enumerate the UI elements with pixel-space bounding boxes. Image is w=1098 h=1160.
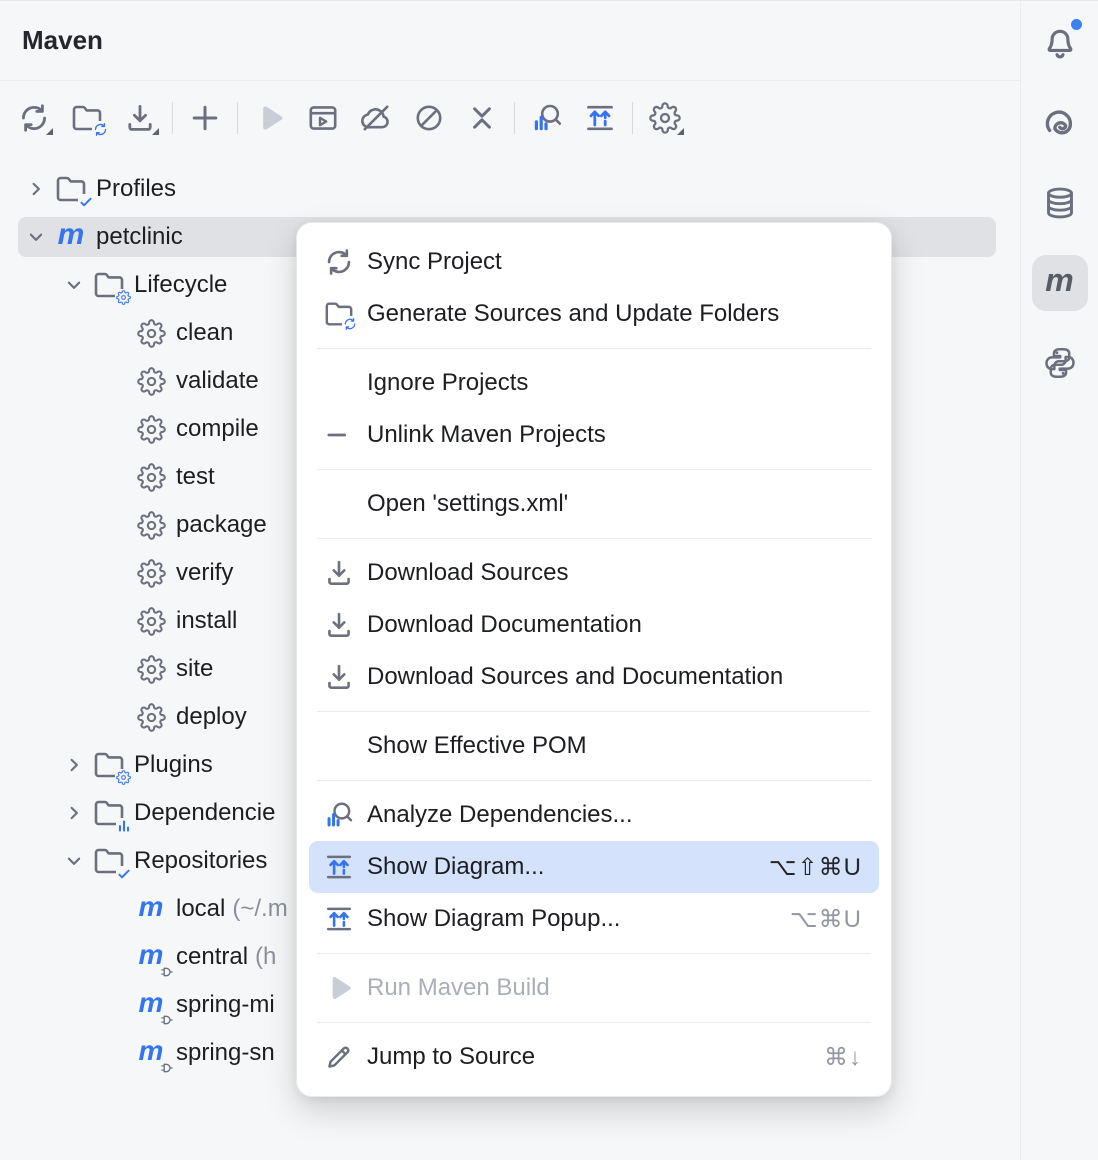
plug-badge-icon xyxy=(159,1012,175,1028)
menu-separator xyxy=(317,780,871,781)
notification-dot xyxy=(1069,17,1084,32)
tree-item-profiles[interactable]: Profiles xyxy=(0,165,1020,213)
maven-icon: m xyxy=(1045,264,1073,296)
goal-gear-icon xyxy=(134,556,168,590)
toolbar-separator xyxy=(237,102,238,134)
show-diagram-button[interactable] xyxy=(578,96,622,140)
menu-separator xyxy=(317,348,871,349)
sync-badge-icon xyxy=(92,121,109,138)
goal-gear-icon xyxy=(134,316,168,350)
settings-button[interactable] xyxy=(643,96,687,140)
maven-remote-repo-icon: m xyxy=(134,940,168,974)
page-title: Maven xyxy=(22,25,103,56)
dropdown-arrow-icon xyxy=(46,128,53,135)
run-icon xyxy=(323,972,355,1004)
unlink-dash-icon xyxy=(323,419,355,451)
menu-item-sync-project[interactable]: Sync Project xyxy=(309,236,879,288)
maven-toolbar xyxy=(0,81,1020,154)
pencil-icon xyxy=(323,1041,355,1073)
chevron-down-icon[interactable] xyxy=(64,275,84,295)
maven-tool-button[interactable]: m xyxy=(1032,255,1088,311)
download-sources-button[interactable] xyxy=(118,96,162,140)
show-diagram-icon xyxy=(323,851,355,883)
menu-item-run-maven-build[interactable]: Run Maven Build xyxy=(309,962,879,1014)
run-button[interactable] xyxy=(248,96,292,140)
goal-gear-icon xyxy=(134,412,168,446)
chevron-right-icon[interactable] xyxy=(26,179,46,199)
analyze-dependencies-icon xyxy=(323,799,355,831)
maven-tool-window: Maven Profiles xyxy=(0,0,1098,1160)
skip-tests-button[interactable] xyxy=(407,96,451,140)
menu-item-show-diagram[interactable]: Show Diagram... ⌥⇧⌘U xyxy=(309,841,879,893)
sync-all-maven-projects-button[interactable] xyxy=(12,96,56,140)
analyze-dependencies-button[interactable] xyxy=(525,96,569,140)
menu-item-ignore-projects[interactable]: Ignore Projects xyxy=(309,357,879,409)
database-button[interactable] xyxy=(1032,175,1088,231)
plug-badge-icon xyxy=(159,964,175,980)
download-icon xyxy=(323,609,355,641)
goal-gear-icon xyxy=(134,604,168,638)
maven-local-repo-icon: m xyxy=(134,892,168,926)
chevron-right-icon[interactable] xyxy=(64,803,84,823)
generate-sources-button[interactable] xyxy=(65,96,109,140)
menu-item-show-effective-pom[interactable]: Show Effective POM xyxy=(309,720,879,772)
maven-remote-repo-icon: m xyxy=(134,988,168,1022)
menu-item-download-sources-and-documentation[interactable]: Download Sources and Documentation xyxy=(309,651,879,703)
menu-separator xyxy=(317,538,871,539)
folder-sync-icon xyxy=(323,298,355,330)
menu-item-jump-to-source[interactable]: Jump to Source ⌘↓ xyxy=(309,1031,879,1083)
menu-item-unlink-maven-projects[interactable]: Unlink Maven Projects xyxy=(309,409,879,461)
sync-icon xyxy=(323,246,355,278)
dependencies-folder-icon xyxy=(92,796,126,830)
tool-window-header: Maven xyxy=(0,1,1020,81)
menu-separator xyxy=(317,469,871,470)
toolbar-separator xyxy=(172,102,173,134)
menu-item-download-sources[interactable]: Download Sources xyxy=(309,547,879,599)
goal-gear-icon xyxy=(134,508,168,542)
goal-gear-icon xyxy=(134,700,168,734)
goal-gear-icon xyxy=(134,460,168,494)
menu-separator xyxy=(317,1022,871,1023)
shortcut-hint: ⌥⌘U xyxy=(790,905,862,934)
chevron-down-icon[interactable] xyxy=(26,227,46,247)
add-maven-projects-button[interactable] xyxy=(183,96,227,140)
collapse-all-button[interactable] xyxy=(460,96,504,140)
python-packages-button[interactable] xyxy=(1032,335,1088,391)
execute-maven-goal-button[interactable] xyxy=(301,96,345,140)
menu-item-analyze-dependencies[interactable]: Analyze Dependencies... xyxy=(309,789,879,841)
toolbar-separator xyxy=(514,102,515,134)
menu-separator xyxy=(317,711,871,712)
maven-remote-repo-icon: m xyxy=(134,1036,168,1070)
menu-item-open-settings-xml[interactable]: Open 'settings.xml' xyxy=(309,478,879,530)
menu-item-generate-sources[interactable]: Generate Sources and Update Folders xyxy=(309,288,879,340)
plug-badge-icon xyxy=(159,1060,175,1076)
notifications-button[interactable] xyxy=(1032,15,1088,71)
profiles-folder-icon xyxy=(54,172,88,206)
lifecycle-folder-icon xyxy=(92,268,126,302)
context-menu: Sync Project Generate Sources and Update… xyxy=(296,222,892,1097)
goal-gear-icon xyxy=(134,652,168,686)
download-icon xyxy=(323,557,355,589)
dropdown-arrow-icon xyxy=(152,128,159,135)
goal-gear-icon xyxy=(134,364,168,398)
menu-item-download-documentation[interactable]: Download Documentation xyxy=(309,599,879,651)
ai-assistant-button[interactable] xyxy=(1032,95,1088,151)
repositories-folder-icon xyxy=(92,844,126,878)
dropdown-arrow-icon xyxy=(677,128,684,135)
sync-badge-icon xyxy=(342,316,358,332)
toggle-offline-mode-button[interactable] xyxy=(354,96,398,140)
shortcut-hint: ⌥⇧⌘U xyxy=(769,853,862,882)
menu-item-show-diagram-popup[interactable]: Show Diagram Popup... ⌥⌘U xyxy=(309,893,879,945)
show-diagram-icon xyxy=(323,903,355,935)
toolbar-separator xyxy=(632,102,633,134)
plugins-folder-icon xyxy=(92,748,126,782)
maven-project-icon: m xyxy=(54,220,88,254)
download-icon xyxy=(323,661,355,693)
right-tool-window-stripe: m xyxy=(1020,1,1098,1160)
chevron-right-icon[interactable] xyxy=(64,755,84,775)
menu-separator xyxy=(317,953,871,954)
shortcut-hint: ⌘↓ xyxy=(824,1043,862,1072)
chevron-down-icon[interactable] xyxy=(64,851,84,871)
